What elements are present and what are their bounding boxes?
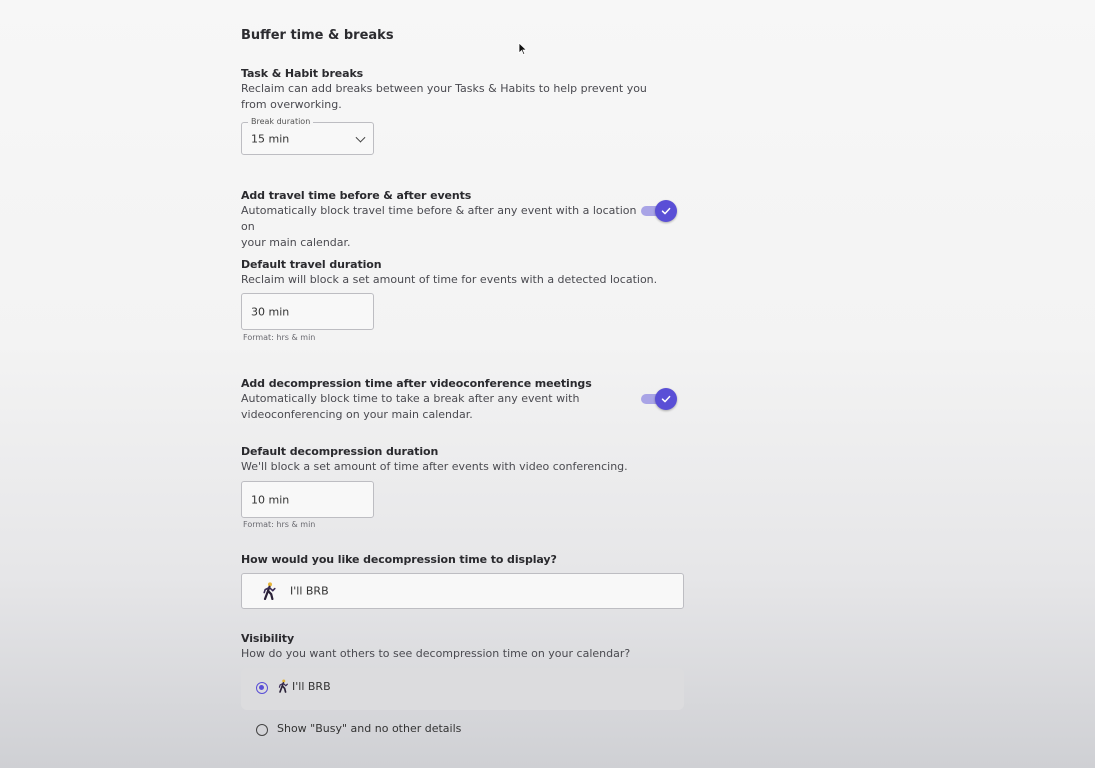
person-walking-icon — [278, 679, 288, 693]
decompression-duration-value: 10 min — [251, 493, 290, 506]
decompression-desc-line1: Automatically block time to take a break… — [241, 392, 580, 405]
default-travel-description: Reclaim will block a set amount of time … — [241, 273, 658, 286]
visibility-option-brb[interactable]: I'll BRB — [241, 668, 684, 710]
decompression-description: Automatically block time to take a break… — [241, 391, 641, 423]
visibility-option-busy[interactable]: Show "Busy" and no other details — [241, 710, 684, 748]
chevron-down-icon — [355, 132, 366, 143]
check-icon — [661, 207, 671, 215]
radio-unchecked-icon — [256, 724, 268, 736]
travel-time-label: Add travel time before & after events — [241, 189, 472, 202]
decompression-label: Add decompression time after videoconfer… — [241, 377, 592, 390]
break-duration-legend: Break duration — [248, 117, 314, 126]
travel-duration-input[interactable]: 30 min — [241, 293, 374, 330]
display-title-input[interactable]: I'll BRB — [241, 573, 684, 609]
travel-time-description: Automatically block travel time before &… — [241, 203, 641, 251]
travel-time-toggle[interactable] — [641, 200, 677, 222]
travel-time-desc-line1: Automatically block travel time before &… — [241, 204, 637, 233]
default-decompression-label: Default decompression duration — [241, 445, 439, 458]
person-walking-icon — [263, 582, 276, 600]
task-breaks-desc-line1: Reclaim can add breaks between your Task… — [241, 82, 647, 95]
check-icon — [661, 395, 671, 403]
travel-duration-value: 30 min — [251, 305, 290, 318]
toggle-knob — [655, 388, 677, 410]
section-title: Buffer time & breaks — [241, 28, 394, 43]
break-duration-value: 15 min — [251, 132, 290, 145]
break-duration-select[interactable]: Break duration 15 min — [241, 117, 374, 155]
radio-checked-icon — [256, 682, 268, 694]
visibility-option-busy-label: Show "Busy" and no other details — [277, 722, 462, 735]
display-title-value: I'll BRB — [290, 584, 329, 598]
task-breaks-label: Task & Habit breaks — [241, 67, 364, 80]
default-travel-label: Default travel duration — [241, 258, 382, 271]
task-breaks-description: Reclaim can add breaks between your Task… — [241, 81, 661, 113]
display-label: How would you like decompression time to… — [241, 553, 557, 566]
decompression-desc-line2: videoconferencing on your main calendar. — [241, 408, 473, 421]
toggle-knob — [655, 200, 677, 222]
visibility-option-brb-label: I'll BRB — [292, 680, 331, 693]
decompression-duration-input[interactable]: 10 min — [241, 481, 374, 518]
mouse-cursor-icon — [518, 42, 528, 56]
visibility-label: Visibility — [241, 632, 295, 645]
travel-duration-helper: Format: hrs & min — [243, 333, 316, 342]
decompression-duration-helper: Format: hrs & min — [243, 520, 316, 529]
decompression-toggle[interactable] — [641, 388, 677, 410]
default-decompression-description: We'll block a set amount of time after e… — [241, 460, 628, 473]
travel-time-desc-line2: your main calendar. — [241, 236, 351, 249]
visibility-description: How do you want others to see decompress… — [241, 647, 631, 660]
task-breaks-desc-line2: from overworking. — [241, 98, 342, 111]
